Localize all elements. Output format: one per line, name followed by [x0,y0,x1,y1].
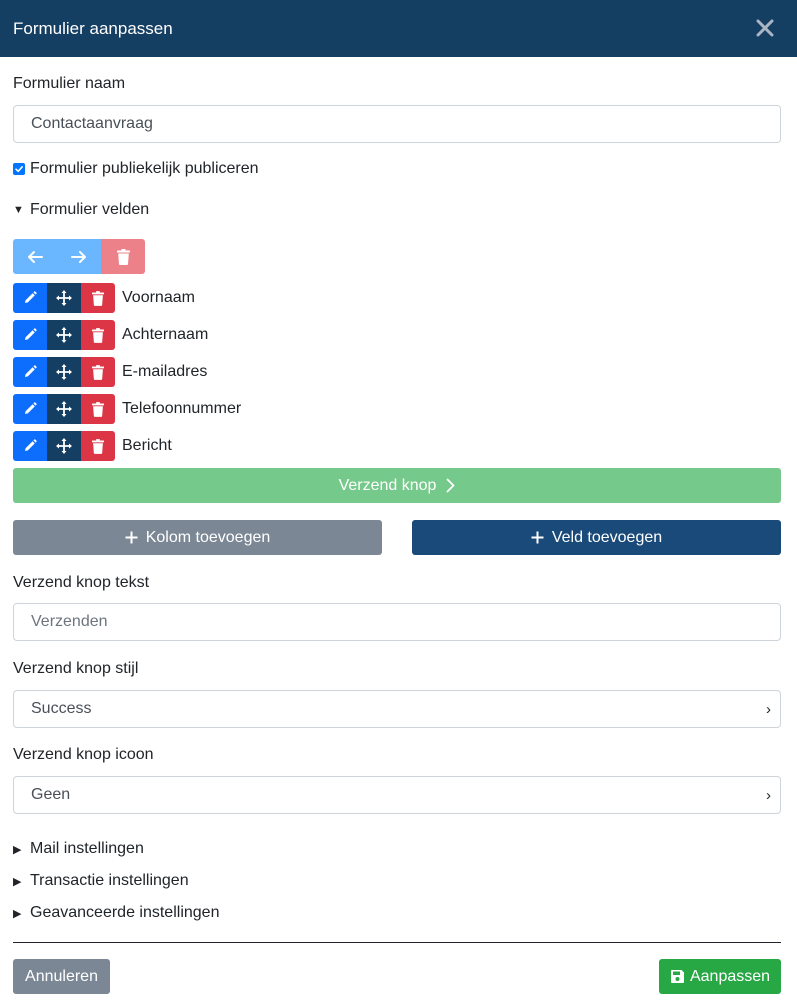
pencil-icon [25,328,37,340]
delete-field-button[interactable] [81,283,115,313]
field-row: Telefoonnummer [13,394,241,424]
plus-icon [531,531,544,544]
advanced-settings-toggle[interactable]: ▶ Geavanceerde instellingen [13,904,219,922]
submit-style-select[interactable]: Success › [13,690,781,728]
edit-field-button[interactable] [13,394,47,424]
chevron-right-icon: › [766,786,771,804]
triangle-down-icon: ▼ [13,204,24,216]
plus-icon [125,531,138,544]
delete-field-button[interactable] [81,357,115,387]
pencil-icon [25,291,37,303]
delete-field-button[interactable] [81,394,115,424]
trash-icon [92,327,104,343]
submit-icon-label: Verzend knop icoon [13,746,154,763]
advanced-settings-label: Geavanceerde instellingen [30,904,220,921]
move-field-button[interactable] [47,431,81,461]
edit-field-button[interactable] [13,357,47,387]
save-button[interactable]: Aanpassen [659,959,781,994]
fields-section-label: Formulier velden [30,201,150,218]
form-name-label: Formulier naam [13,75,126,92]
field-label: Achternaam [122,326,209,343]
trash-icon [92,364,104,380]
save-label: Aanpassen [689,967,771,985]
trash-icon [116,248,130,265]
move-icon [56,438,72,454]
pencil-icon [25,402,37,414]
edit-field-button[interactable] [13,320,47,350]
field-row: Bericht [13,431,172,461]
chevron-right-icon [447,478,455,493]
submit-text-input[interactable] [13,603,781,641]
delete-field-button[interactable] [81,431,115,461]
field-label: Bericht [122,437,172,454]
edit-field-button[interactable] [13,431,47,461]
trash-icon [92,438,104,454]
modal-header: Formulier aanpassen [0,0,797,57]
move-icon [56,327,72,343]
trash-icon [92,290,104,306]
cancel-button[interactable]: Annuleren [13,959,110,994]
delete-column-button[interactable] [101,239,145,274]
mail-settings-toggle[interactable]: ▶ Mail instellingen [13,840,144,858]
cancel-label: Annuleren [25,967,98,985]
triangle-right-icon: ▶ [13,875,22,888]
submit-text-label: Verzend knop tekst [13,574,150,591]
footer-divider [13,942,781,943]
submit-icon-select[interactable]: Geen › [13,776,781,814]
arrow-right-icon [71,250,86,263]
pencil-icon [25,365,37,377]
field-label: Telefoonnummer [122,400,242,417]
mail-settings-label: Mail instellingen [30,840,144,857]
edit-field-button[interactable] [13,283,47,313]
chevron-right-icon: › [766,700,771,718]
close-icon[interactable] [753,16,777,40]
field-label: E-mailadres [122,363,208,380]
publish-row: Formulier publiekelijk publiceren [13,160,259,178]
save-icon [670,970,684,983]
submit-button-preview[interactable]: Verzend knop [13,468,781,503]
arrow-left-icon [28,250,43,263]
move-icon [56,401,72,417]
pencil-icon [25,439,37,451]
move-icon [56,364,72,380]
move-icon [56,290,72,306]
column-toolbar [13,239,145,274]
field-row: Achternaam [13,320,208,350]
form-name-input[interactable]: Contactaanvraag [13,105,781,143]
transaction-settings-toggle[interactable]: ▶ Transactie instellingen [13,872,189,890]
move-field-button[interactable] [47,283,81,313]
delete-field-button[interactable] [81,320,115,350]
fields-section-toggle[interactable]: ▼ Formulier velden [13,201,149,219]
publish-label: Formulier publiekelijk publiceren [30,160,259,177]
add-column-label: Kolom toevoegen [145,528,271,546]
submit-icon-value: Geen [31,786,71,803]
field-label: Voornaam [122,289,195,306]
modal-title: Formulier aanpassen [13,18,173,38]
field-row: E-mailadres [13,357,207,387]
move-column-left-button[interactable] [13,239,57,274]
move-field-button[interactable] [47,394,81,424]
field-row: Voornaam [13,283,195,313]
submit-preview-label: Verzend knop [338,476,437,494]
submit-style-label: Verzend knop stijl [13,660,139,677]
move-field-button[interactable] [47,320,81,350]
publish-checkbox[interactable] [13,163,25,175]
move-field-button[interactable] [47,357,81,387]
transaction-settings-label: Transactie instellingen [30,872,189,889]
add-column-button[interactable]: Kolom toevoegen [13,520,382,555]
triangle-right-icon: ▶ [13,907,22,920]
submit-style-value: Success [31,700,92,717]
move-column-right-button[interactable] [57,239,101,274]
trash-icon [92,401,104,417]
add-field-button[interactable]: Veld toevoegen [412,520,781,555]
triangle-right-icon: ▶ [13,843,22,856]
add-field-label: Veld toevoegen [551,528,663,546]
